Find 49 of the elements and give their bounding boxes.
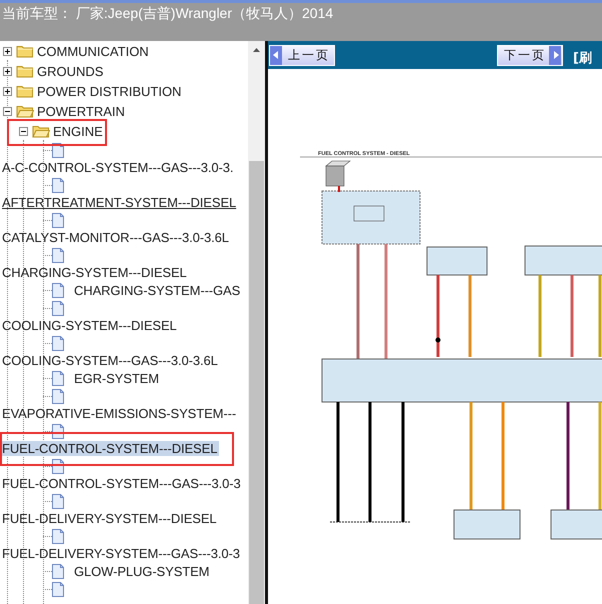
tree-item[interactable]: A-C-CONTROL-SYSTEM---GAS---3.0-3. — [0, 160, 236, 175]
folder-icon — [16, 84, 34, 98]
tree-item[interactable]: COOLING-SYSTEM---DIESEL — [0, 318, 179, 333]
expand-icon[interactable] — [3, 46, 12, 56]
collapse-icon[interactable] — [19, 126, 28, 136]
scrollbar[interactable] — [248, 41, 265, 604]
left-arrow-icon — [272, 51, 280, 59]
tree-item[interactable]: COOLING-SYSTEM---GAS---3.0-3.6L — [0, 353, 220, 368]
tree-folder-label[interactable]: ENGINE — [53, 124, 103, 138]
tree-item[interactable]: AFTERTREATMENT-SYSTEM---DIESEL — [0, 195, 238, 210]
tree-folder-label[interactable]: GROUNDS — [37, 64, 104, 78]
refresh-link[interactable]: [刷 — [573, 49, 592, 67]
document-icon[interactable] — [52, 212, 64, 228]
folder-icon — [16, 64, 34, 78]
document-icon[interactable] — [52, 564, 64, 578]
tree-folder-label[interactable]: POWERTRAIN — [37, 104, 125, 118]
tree-item[interactable]: EVAPORATIVE-EMISSIONS-SYSTEM--- — [0, 406, 238, 421]
document-icon[interactable] — [52, 248, 64, 262]
scroll-up-icon[interactable] — [253, 48, 260, 52]
tree-item[interactable]: EGR-SYSTEM — [72, 370, 161, 386]
document-icon[interactable] — [52, 282, 64, 298]
tree-item[interactable]: CATALYST-MONITOR---GAS---3.0-3.6L — [0, 230, 231, 245]
tree-item[interactable]: FUEL-DELIVERY-SYSTEM---DIESEL — [0, 511, 219, 526]
document-icon[interactable] — [52, 388, 64, 404]
tree-item[interactable]: CHARGING-SYSTEM---GAS — [72, 282, 242, 298]
tree-item[interactable]: GLOW-PLUG-SYSTEM — [72, 564, 212, 578]
document-icon[interactable] — [52, 528, 64, 544]
folder-icon — [16, 44, 34, 58]
tree-item[interactable]: CHARGING-SYSTEM---DIESEL — [0, 265, 189, 280]
tree-item[interactable]: FUEL-DELIVERY-SYSTEM---GAS---3.0-3 — [0, 546, 242, 561]
document-icon[interactable] — [52, 370, 64, 386]
document-icon[interactable] — [52, 336, 64, 350]
folder-icon — [16, 104, 34, 118]
tree-folder-label[interactable]: COMMUNICATION — [37, 44, 149, 58]
folder-icon — [32, 124, 50, 138]
tree-item[interactable]: FUEL-CONTROL-SYSTEM---DIESEL — [0, 441, 220, 456]
expand-icon[interactable] — [3, 66, 12, 76]
tree-item[interactable]: FUEL-CONTROL-SYSTEM---GAS---3.0-3 — [0, 476, 243, 491]
previous-page-button[interactable]: 上一页 — [269, 44, 335, 66]
tree-folder-label[interactable]: POWER DISTRIBUTION — [37, 84, 182, 98]
expand-icon[interactable] — [3, 86, 12, 96]
document-icon[interactable] — [52, 582, 64, 596]
next-page-button[interactable]: 下一页 — [497, 44, 563, 66]
collapse-icon[interactable] — [3, 106, 12, 116]
document-icon[interactable] — [52, 494, 64, 508]
document-icon[interactable] — [52, 300, 64, 316]
vehicle-model-title: 当前车型： 厂家:Jeep(吉普)Wrangler（牧马人）2014 — [2, 5, 334, 21]
right-arrow-icon — [552, 51, 558, 59]
document-icon[interactable] — [52, 178, 64, 192]
